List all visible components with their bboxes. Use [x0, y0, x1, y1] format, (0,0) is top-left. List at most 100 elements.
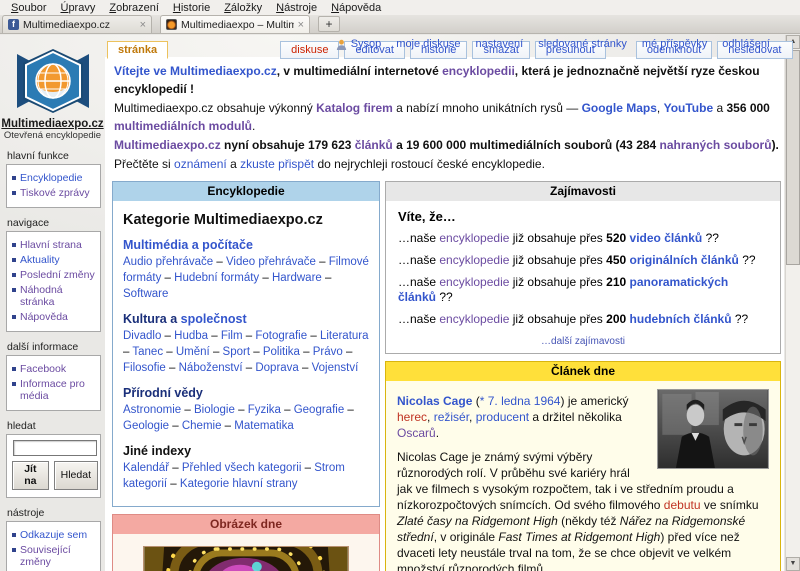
link[interactable]: producent	[476, 410, 529, 424]
category-link[interactable]: Kalendář	[123, 462, 169, 474]
category-link[interactable]: Film	[221, 330, 243, 342]
category-link[interactable]: Hudba	[174, 330, 208, 342]
category-link[interactable]: Divadlo	[123, 330, 161, 342]
sidebar-link[interactable]: Poslední změny	[20, 269, 95, 281]
more-zajimavosti-link[interactable]: …další zajímavosti	[541, 336, 625, 347]
category-link[interactable]: Náboženství	[179, 362, 243, 374]
close-tab-icon[interactable]: ×	[298, 20, 304, 30]
personal-link[interactable]: mé příspěvky	[642, 38, 707, 50]
scrollbar-thumb[interactable]	[786, 50, 800, 265]
category-link[interactable]: Sport	[223, 346, 251, 358]
nicolas-cage-photo[interactable]	[657, 389, 769, 469]
link[interactable]: encyklopedie	[439, 275, 509, 289]
category-link[interactable]: Literatura	[320, 330, 369, 342]
category-link[interactable]: Software	[123, 288, 168, 300]
page-tab[interactable]: stránka	[107, 41, 168, 59]
link[interactable]: debutu	[664, 498, 701, 512]
sidebar-link[interactable]: Související změny	[20, 544, 98, 568]
category-link[interactable]: Biologie	[194, 404, 235, 416]
link[interactable]: nahraných souborů	[660, 138, 772, 152]
link[interactable]: článků	[355, 138, 393, 152]
sidebar-link[interactable]: Nápověda	[20, 311, 68, 323]
sidebar-link[interactable]: Informace pro média	[20, 378, 98, 402]
link[interactable]: multimediálních modulů	[114, 119, 252, 133]
category-link[interactable]: Video přehrávače	[226, 256, 316, 268]
sidebar-link[interactable]: Aktuality	[20, 254, 60, 266]
menu-item[interactable]: Nápověda	[324, 2, 388, 14]
personal-link[interactable]: moje diskuse	[396, 38, 460, 50]
link[interactable]: společnost	[181, 312, 247, 326]
category-link[interactable]: Matematika	[234, 420, 293, 432]
category-link[interactable]: Fotografie	[255, 330, 307, 342]
link[interactable]: encyklopedii	[442, 64, 515, 78]
category-link[interactable]: Geologie	[123, 420, 169, 432]
search-input[interactable]	[13, 440, 97, 456]
category-link[interactable]: Geografie	[294, 404, 345, 416]
browser-tab-multimediaexpo[interactable]: Multimediaexpo – Multimediaexpo.cz ×	[160, 15, 310, 33]
link[interactable]: hudebních článků	[630, 312, 732, 326]
user-link[interactable]: Sysop	[351, 38, 382, 50]
category-link[interactable]: Astronomie	[123, 404, 181, 416]
personal-link[interactable]: nastavení	[475, 38, 523, 50]
link[interactable]: encyklopedie	[439, 312, 509, 326]
category-link[interactable]: Přehled všech kategorii	[182, 462, 302, 474]
link[interactable]: Katalog firem	[316, 101, 393, 115]
sidebar-link[interactable]: Hlavní strana	[20, 239, 82, 251]
link[interactable]: zkuste přispět	[240, 157, 314, 171]
category-link[interactable]: Tanec	[132, 346, 163, 358]
sidebar-item[interactable]: Tiskové zprávy	[12, 187, 98, 199]
category-link[interactable]: Vojenství	[312, 362, 359, 374]
site-title-link[interactable]: Multimediaexpo.cz	[0, 118, 105, 130]
category-link[interactable]: Fyzika	[248, 404, 281, 416]
sidebar-item[interactable]: Informace pro média	[12, 378, 98, 402]
menu-item[interactable]: Zobrazení	[102, 2, 166, 14]
sidebar-item[interactable]: Nápověda	[12, 311, 98, 323]
category-group-heading[interactable]: Multimédia a počítače	[123, 238, 369, 252]
go-button[interactable]: Jít na	[12, 461, 49, 490]
category-link[interactable]: Umění	[176, 346, 210, 358]
sidebar-item[interactable]: Související změny	[12, 544, 98, 568]
menu-item[interactable]: Úpravy	[53, 2, 102, 14]
link[interactable]: oznámení	[174, 157, 227, 171]
vertical-scrollbar[interactable]: ▲ ▼	[785, 35, 800, 571]
category-group-heading[interactable]: Přírodní vědy	[123, 386, 369, 400]
category-link[interactable]: Hudební formáty	[174, 272, 259, 284]
new-tab-button[interactable]: +	[318, 16, 340, 32]
picture-of-the-day[interactable]	[143, 546, 349, 571]
link[interactable]: Vítejte ve Multimediaexpo.cz	[114, 64, 277, 78]
category-group-heading[interactable]: Kultura a společnost	[123, 312, 369, 326]
close-tab-icon[interactable]: ×	[140, 20, 146, 30]
personal-link[interactable]: odhlášení	[722, 38, 770, 50]
link[interactable]: originálních článků	[630, 253, 739, 267]
browser-tab-facebook[interactable]: f Multimediaexpo.cz ×	[2, 15, 152, 33]
sidebar-link[interactable]: Facebook	[20, 363, 66, 375]
personal-link[interactable]: sledované stránky	[538, 38, 627, 50]
link[interactable]: Multimédia a počítače	[123, 238, 253, 252]
scroll-down-icon[interactable]: ▼	[786, 557, 800, 571]
link[interactable]: encyklopedie	[439, 231, 509, 245]
link[interactable]: Google Maps	[582, 101, 657, 115]
page-tab[interactable]: diskuse	[280, 41, 339, 59]
link[interactable]: Oscarů	[397, 426, 436, 440]
search-button[interactable]: Hledat	[54, 461, 98, 490]
link[interactable]: encyklopedie	[439, 253, 509, 267]
category-link[interactable]: Chemie	[182, 420, 222, 432]
category-link[interactable]: Hardware	[272, 272, 322, 284]
link[interactable]: Nicolas Cage	[397, 394, 472, 408]
category-link[interactable]: Kategorie hlavní strany	[180, 478, 298, 490]
link[interactable]: režisér	[434, 410, 469, 424]
sidebar-item[interactable]: Hlavní strana	[12, 239, 98, 251]
link[interactable]: YouTube	[664, 101, 714, 115]
category-link[interactable]: Právo	[313, 346, 343, 358]
menu-item[interactable]: Záložky	[217, 2, 269, 14]
category-link[interactable]: Filosofie	[123, 362, 166, 374]
category-link[interactable]: Audio přehrávače	[123, 256, 213, 268]
sidebar-link[interactable]: Encyklopedie	[20, 172, 82, 184]
sidebar-item[interactable]: Encyklopedie	[12, 172, 98, 184]
menu-item[interactable]: Nástroje	[269, 2, 324, 14]
sidebar-link[interactable]: Náhodná stránka	[20, 284, 98, 308]
sidebar-item[interactable]: Facebook	[12, 363, 98, 375]
menu-item[interactable]: Soubor	[4, 2, 53, 14]
link[interactable]: 1964	[534, 394, 561, 408]
sidebar-item[interactable]: Odkazuje sem	[12, 529, 98, 541]
